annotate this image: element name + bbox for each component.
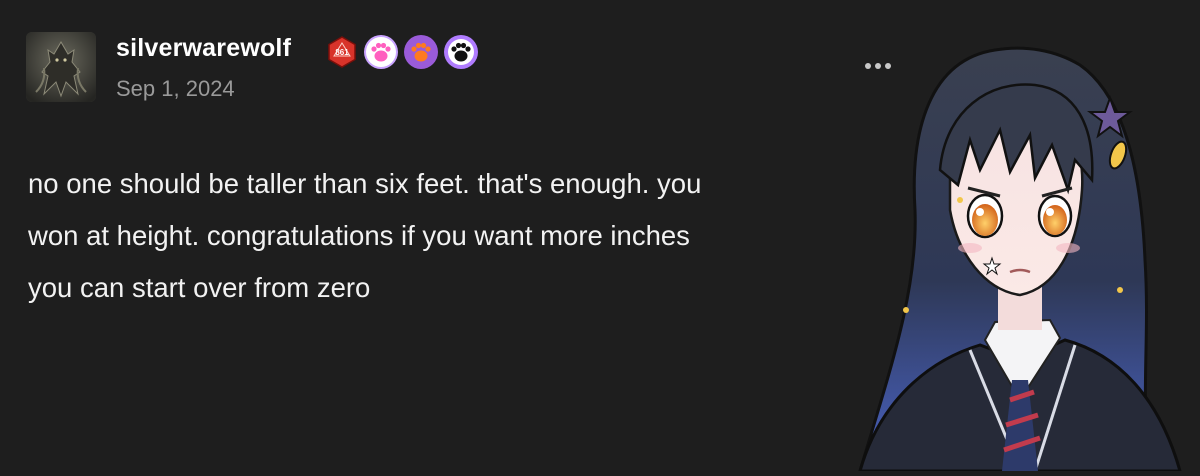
anime-character-illustration <box>820 40 1200 473</box>
paw-icon[interactable] <box>444 35 478 69</box>
post-body-line: won at height. congratulations if you wa… <box>28 220 690 251</box>
post-body-line: no one should be taller than six feet. t… <box>28 168 702 199</box>
badge-list: 861 <box>326 34 478 70</box>
post-body: no one should be taller than six feet. t… <box>28 158 898 314</box>
werewolf-avatar-icon <box>26 32 96 102</box>
post-date: Sep 1, 2024 <box>116 76 235 101</box>
avatar[interactable] <box>26 32 96 102</box>
paw-icon[interactable] <box>404 35 438 69</box>
d20-dice-icon[interactable]: 861 <box>326 36 358 68</box>
post-card: silverwarewolf 861 Sep 1, 2024 no one sh… <box>0 0 1200 473</box>
dice-value: 861 <box>335 48 349 57</box>
paw-icon[interactable] <box>364 35 398 69</box>
post-body-line: you can start over from zero <box>28 272 371 303</box>
username[interactable]: silverwarewolf <box>116 34 291 63</box>
